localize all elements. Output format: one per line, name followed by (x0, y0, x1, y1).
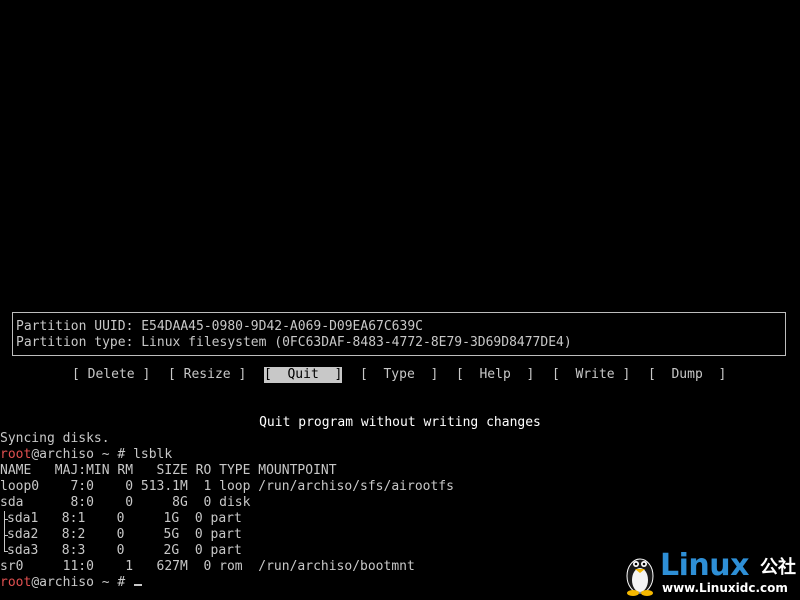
lsblk-row-text: sda1 8:1 0 1G 0 part (7, 511, 242, 526)
delete-button[interactable]: [ Delete ] (72, 367, 150, 383)
prompt-host: @archiso ~ # (31, 447, 134, 462)
partition-info-box: Partition UUID: E54DAA45-0980-9D42-A069-… (12, 312, 786, 356)
prompt-line: root@archiso ~ # lsblk (0, 447, 800, 463)
resize-button[interactable]: [ Resize ] (168, 367, 246, 383)
syncing-line: Syncing disks. (0, 431, 110, 446)
watermark-brand: Linux (660, 548, 749, 583)
lsblk-row: sda2 8:2 0 5G 0 part (0, 527, 800, 543)
prompt-user: root (0, 447, 32, 462)
tree-branch-end (0, 543, 8, 559)
tux-penguin-icon (626, 558, 654, 596)
lsblk-row: sda1 8:1 0 1G 0 part (0, 511, 800, 527)
write-button[interactable]: [ Write ] (552, 367, 630, 383)
tree-branch (0, 511, 8, 527)
watermark-url: www.Linuxidc.com (662, 581, 788, 595)
text-cursor (134, 584, 143, 586)
quit-button[interactable]: [ Quit ] (264, 367, 343, 383)
lsblk-row: sda 8:0 0 8G 0 disk (0, 495, 251, 510)
lsblk-header: NAME MAJ:MIN RM SIZE RO TYPE MOUNTPOINT (0, 463, 337, 478)
partition-uuid-line: Partition UUID: E54DAA45-0980-9D42-A069-… (16, 319, 423, 334)
lsblk-row: loop0 7:0 0 513.1M 1 loop /run/archiso/s… (0, 479, 454, 494)
tree-branch (0, 527, 8, 543)
menu-hint: Quit program without writing changes (259, 415, 541, 430)
prompt-host: @archiso ~ # (31, 575, 134, 590)
lsblk-row-text: sda2 8:2 0 5G 0 part (7, 527, 242, 542)
command-text: lsblk (133, 447, 173, 462)
help-button[interactable]: [ Help ] (456, 367, 534, 383)
lsblk-row-text: sda3 8:3 0 2G 0 part (7, 543, 242, 558)
partition-type-line: Partition type: Linux filesystem (0FC63D… (16, 335, 572, 350)
prompt-user: root (0, 575, 32, 590)
type-button[interactable]: [ Type ] (360, 367, 438, 383)
dump-button[interactable]: [ Dump ] (648, 367, 726, 383)
linuxidc-watermark: Linux 公社 www.Linuxidc.com (620, 548, 798, 598)
watermark-cn: 公社 (760, 557, 796, 578)
